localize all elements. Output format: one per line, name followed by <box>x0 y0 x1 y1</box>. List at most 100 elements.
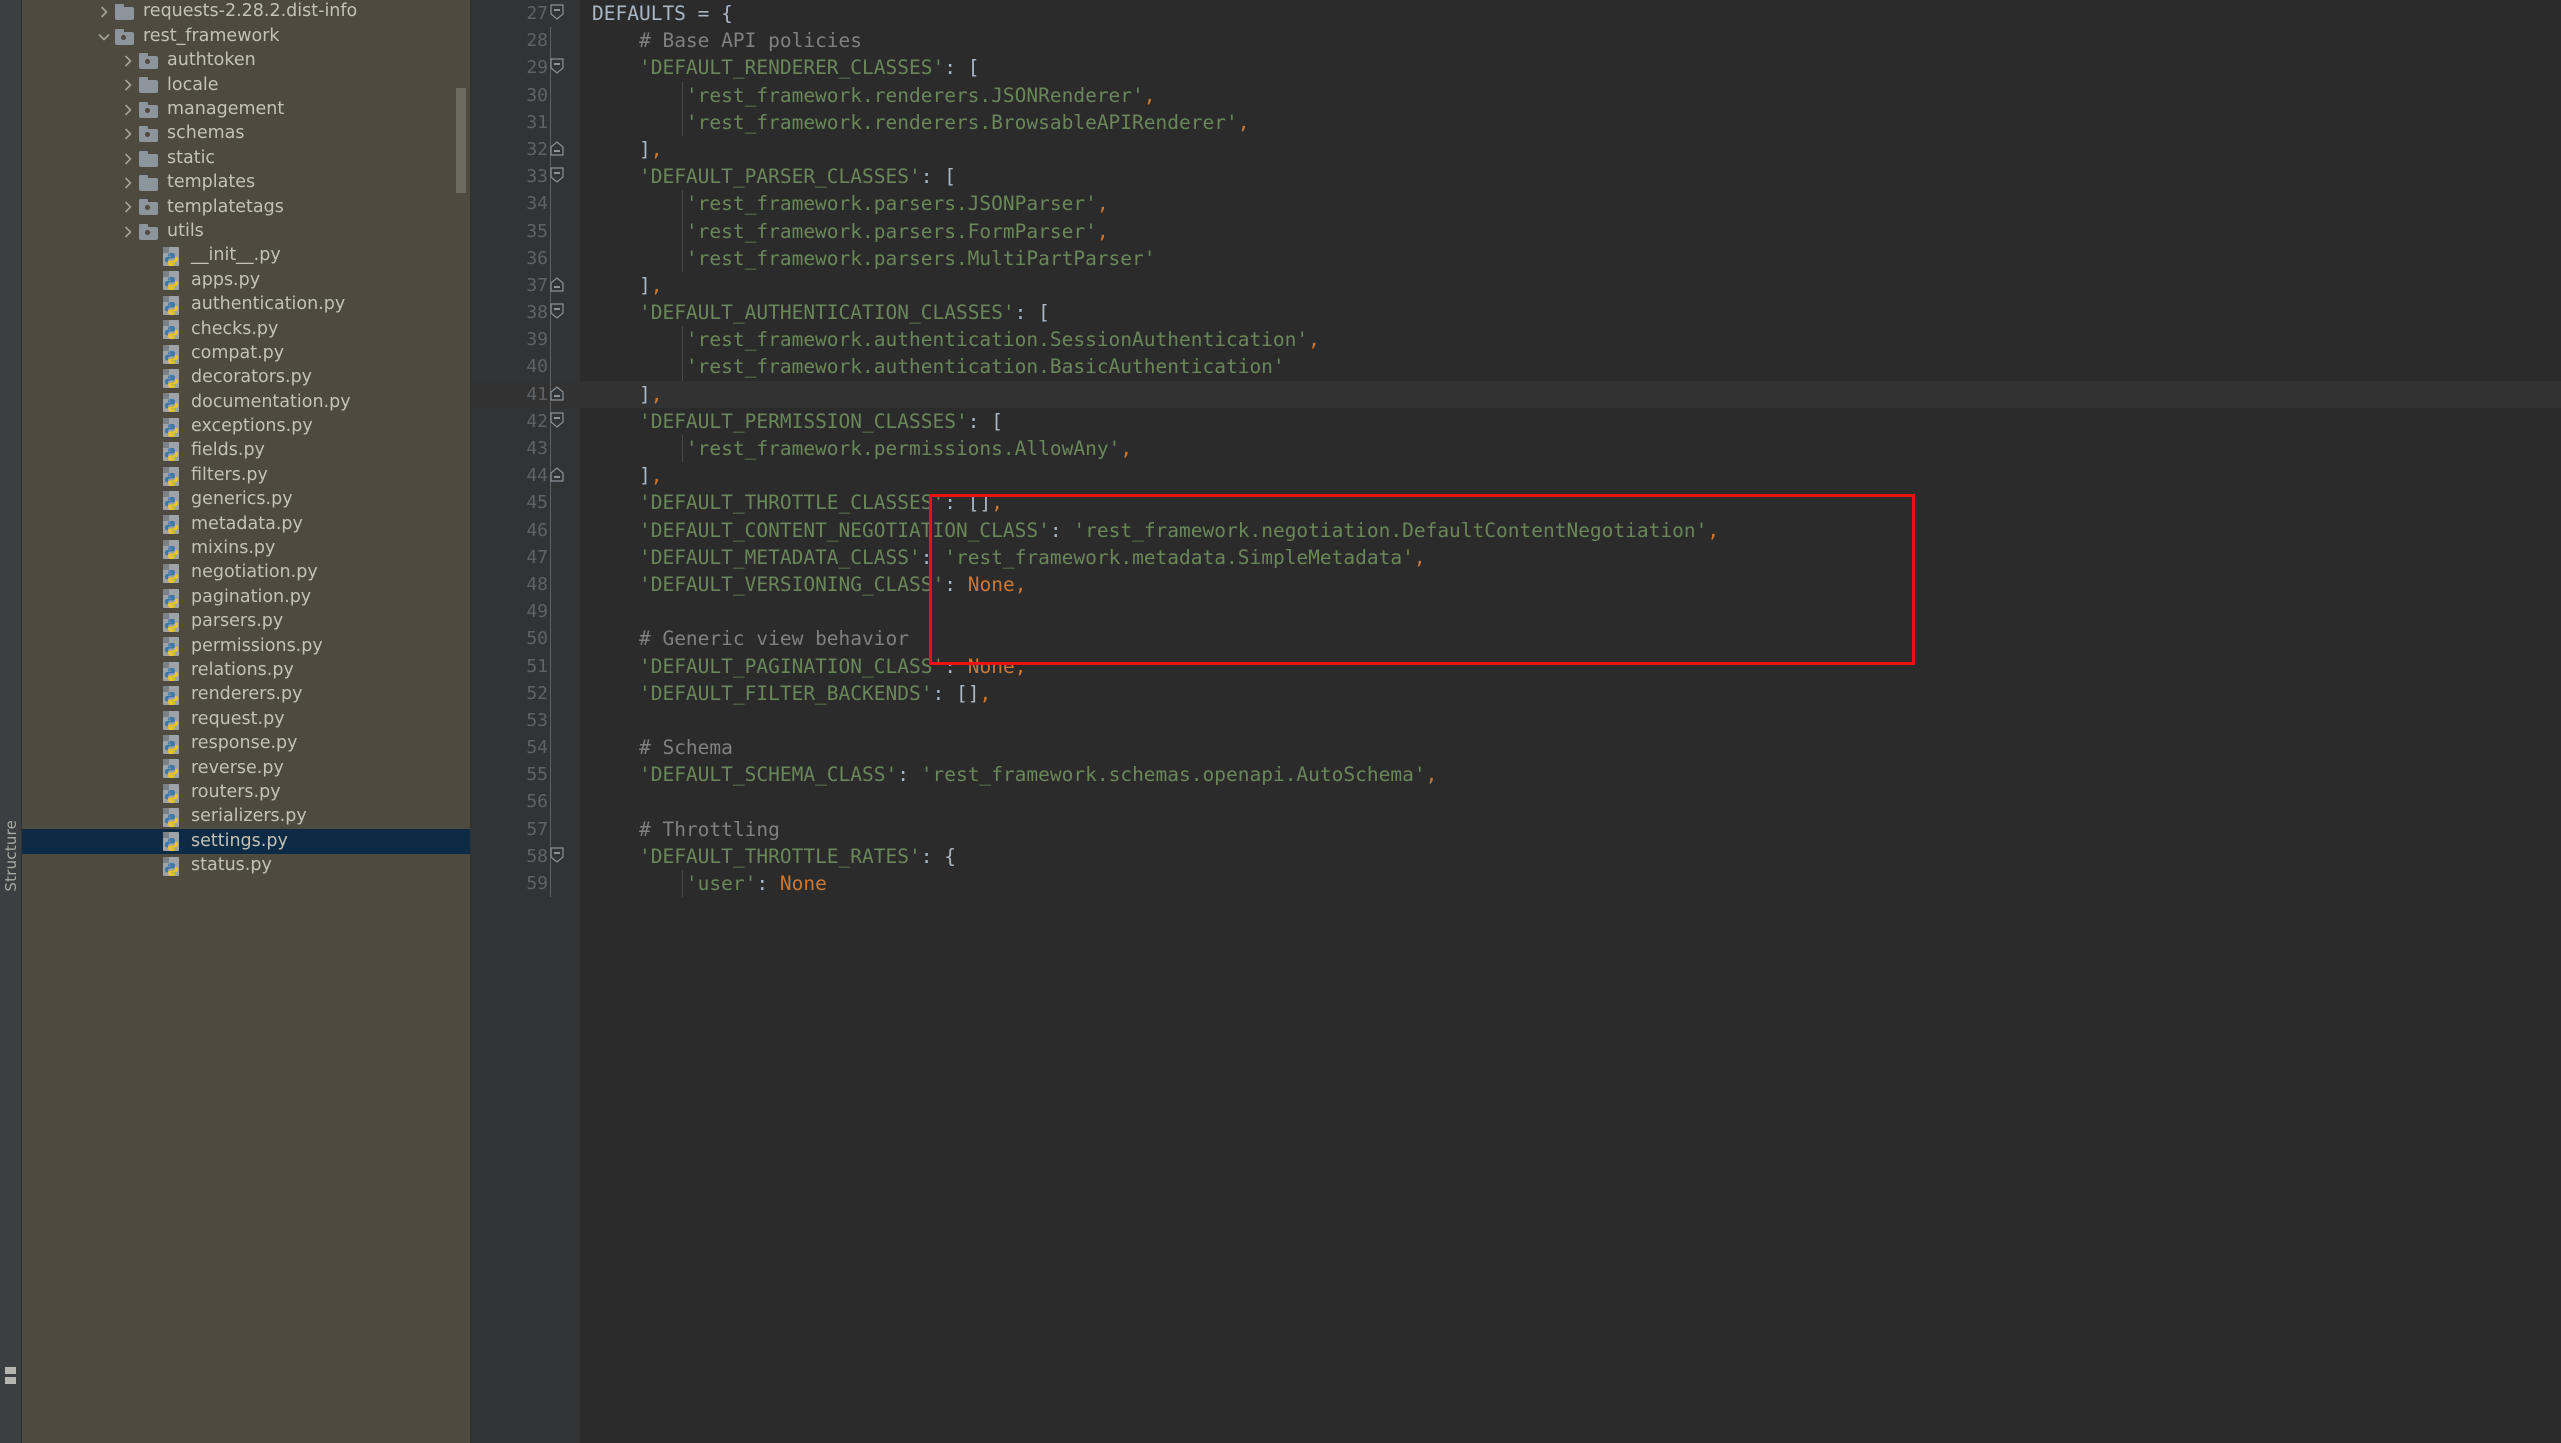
code-text[interactable]: 'rest_framework.renderers.JSONRenderer', <box>592 82 1156 109</box>
tree-item[interactable]: templates <box>22 171 470 195</box>
code-line-current[interactable]: 41 ], <box>470 380 2561 408</box>
code-text[interactable]: # Schema <box>592 734 733 761</box>
code-editor[interactable]: 27 DEFAULTS = {28 # Base API policies 29 '… <box>470 0 2561 1443</box>
code-line[interactable]: 58 'DEFAULT_THROTTLE_RATES': { <box>470 842 2561 870</box>
tree-item[interactable]: compat.py <box>22 341 470 365</box>
code-text[interactable]: ], <box>592 381 663 408</box>
code-line[interactable]: 56 <box>470 788 2561 816</box>
fold-toggle-icon[interactable] <box>544 163 570 190</box>
tree-item[interactable]: reverse.py <box>22 756 470 780</box>
code-text[interactable]: 'DEFAULT_CONTENT_NEGOTIATION_CLASS': 're… <box>592 517 1719 544</box>
tree-item[interactable]: metadata.py <box>22 512 470 536</box>
tree-item[interactable]: static <box>22 146 470 170</box>
code-line[interactable]: 43 'rest_framework.permissions.AllowAny'… <box>470 435 2561 463</box>
tree-item[interactable]: generics.py <box>22 488 470 512</box>
code-line[interactable]: 52 'DEFAULT_FILTER_BACKENDS': [], <box>470 679 2561 707</box>
fold-toggle-icon[interactable] <box>544 54 570 81</box>
chevron-down-icon[interactable] <box>94 31 114 43</box>
code-line[interactable]: 48 'DEFAULT_VERSIONING_CLASS': None, <box>470 570 2561 599</box>
tree-item[interactable]: status.py <box>22 854 470 878</box>
code-text[interactable]: ], <box>592 462 663 489</box>
code-lines[interactable]: 27 DEFAULTS = {28 # Base API policies 29 '… <box>470 0 2561 898</box>
tree-item[interactable]: apps.py <box>22 268 470 292</box>
code-line[interactable]: 31 'rest_framework.renderers.BrowsableAP… <box>470 108 2561 136</box>
tree-item[interactable]: decorators.py <box>22 366 470 390</box>
code-line[interactable]: 54 # Schema <box>470 734 2561 762</box>
code-line[interactable]: 53 <box>470 706 2561 735</box>
code-line[interactable]: 32 ], <box>470 135 2561 164</box>
fold-end-marker[interactable] <box>544 381 570 408</box>
tree-item[interactable]: fields.py <box>22 439 470 463</box>
tree-item[interactable]: authentication.py <box>22 293 470 317</box>
code-line[interactable]: 59 'user': None <box>470 870 2561 898</box>
code-text[interactable]: 'DEFAULT_THROTTLE_RATES': { <box>592 843 956 870</box>
code-text[interactable]: 'DEFAULT_RENDERER_CLASSES': [ <box>592 54 980 81</box>
code-text[interactable]: 'DEFAULT_AUTHENTICATION_CLASSES': [ <box>592 299 1050 326</box>
code-text[interactable]: # Generic view behavior <box>592 625 909 652</box>
tree-item[interactable]: documentation.py <box>22 390 470 414</box>
code-line[interactable]: 42 'DEFAULT_PERMISSION_CLASSES': [ <box>470 407 2561 435</box>
fold-end-marker[interactable] <box>544 272 570 299</box>
code-line[interactable]: 45 'DEFAULT_THROTTLE_CLASSES': [], <box>470 489 2561 517</box>
chevron-right-icon[interactable] <box>94 6 114 18</box>
code-text[interactable]: 'rest_framework.parsers.JSONParser', <box>592 190 1109 217</box>
tree-item[interactable]: utils <box>22 220 470 244</box>
code-line[interactable]: 35 'rest_framework.parsers.FormParser', <box>470 217 2561 245</box>
tree-item[interactable]: relations.py <box>22 659 470 683</box>
chevron-right-icon[interactable] <box>118 177 138 189</box>
code-text[interactable]: DEFAULTS = { <box>592 0 733 27</box>
tree-item[interactable]: templatetags <box>22 195 470 219</box>
tree-item[interactable]: __init__.py <box>22 244 470 268</box>
code-line[interactable]: 40 'rest_framework.authentication.BasicA… <box>470 353 2561 381</box>
code-text[interactable]: 'rest_framework.parsers.FormParser', <box>592 218 1109 245</box>
chevron-right-icon[interactable] <box>118 79 138 91</box>
tree-item[interactable]: permissions.py <box>22 634 470 658</box>
sidebar-scrollbar-track[interactable] <box>456 0 466 1443</box>
code-text[interactable]: 'DEFAULT_METADATA_CLASS': 'rest_framewor… <box>592 544 1426 571</box>
tree-item[interactable]: authtoken <box>22 49 470 73</box>
code-line[interactable]: 47 'DEFAULT_METADATA_CLASS': 'rest_frame… <box>470 543 2561 571</box>
tree-item[interactable]: renderers.py <box>22 683 470 707</box>
project-tree-panel[interactable]: requests-2.28.2.dist-info rest_framework a… <box>22 0 470 1443</box>
tree-item[interactable]: routers.py <box>22 781 470 805</box>
chevron-right-icon[interactable] <box>118 201 138 213</box>
code-text[interactable]: 'DEFAULT_PARSER_CLASSES': [ <box>592 163 956 190</box>
chevron-right-icon[interactable] <box>118 55 138 67</box>
tree-item[interactable]: serializers.py <box>22 805 470 829</box>
fold-toggle-icon[interactable] <box>544 843 570 870</box>
code-text[interactable]: 'DEFAULT_VERSIONING_CLASS': None, <box>592 571 1026 598</box>
code-text[interactable]: # Throttling <box>592 816 780 843</box>
fold-end-marker[interactable] <box>544 462 570 489</box>
tree-item[interactable]: requests-2.28.2.dist-info <box>22 0 470 24</box>
code-line[interactable]: 50 # Generic view behavior <box>470 625 2561 653</box>
chevron-right-icon[interactable] <box>118 128 138 140</box>
code-line[interactable]: 28 # Base API policies <box>470 27 2561 55</box>
code-line[interactable]: 27 DEFAULTS = { <box>470 0 2561 27</box>
code-line[interactable]: 33 'DEFAULT_PARSER_CLASSES': [ <box>470 163 2561 191</box>
chevron-right-icon[interactable] <box>118 153 138 165</box>
tree-item[interactable]: response.py <box>22 732 470 756</box>
code-line[interactable]: 51 'DEFAULT_PAGINATION_CLASS': None, <box>470 652 2561 680</box>
tree-item[interactable]: parsers.py <box>22 610 470 634</box>
code-text[interactable]: 'rest_framework.permissions.AllowAny', <box>592 435 1132 462</box>
tree-item[interactable]: rest_framework <box>22 24 470 48</box>
fold-toggle-icon[interactable] <box>544 0 570 27</box>
tree-item[interactable]: filters.py <box>22 463 470 487</box>
code-text[interactable]: 'DEFAULT_SCHEMA_CLASS': 'rest_framework.… <box>592 761 1437 788</box>
fold-end-marker[interactable] <box>544 136 570 163</box>
code-line[interactable]: 57 # Throttling <box>470 815 2561 843</box>
code-line[interactable]: 49 <box>470 598 2561 626</box>
tree-item-selected[interactable]: settings.py <box>22 829 470 854</box>
code-text[interactable]: # Base API policies <box>592 27 862 54</box>
tree-item[interactable]: exceptions.py <box>22 415 470 439</box>
code-text[interactable]: 'DEFAULT_PAGINATION_CLASS': None, <box>592 653 1026 680</box>
tree-item[interactable]: request.py <box>22 707 470 731</box>
code-line[interactable]: 29 'DEFAULT_RENDERER_CLASSES': [ <box>470 54 2561 82</box>
code-text[interactable]: 'user': None <box>592 870 827 897</box>
tree-item[interactable]: management <box>22 98 470 122</box>
fold-toggle-icon[interactable] <box>544 299 570 326</box>
code-line[interactable]: 38 'DEFAULT_AUTHENTICATION_CLASSES': [ <box>470 299 2561 327</box>
tree-item[interactable]: schemas <box>22 122 470 146</box>
code-text[interactable]: 'rest_framework.parsers.MultiPartParser' <box>592 245 1156 272</box>
code-line[interactable]: 39 'rest_framework.authentication.Sessio… <box>470 326 2561 354</box>
